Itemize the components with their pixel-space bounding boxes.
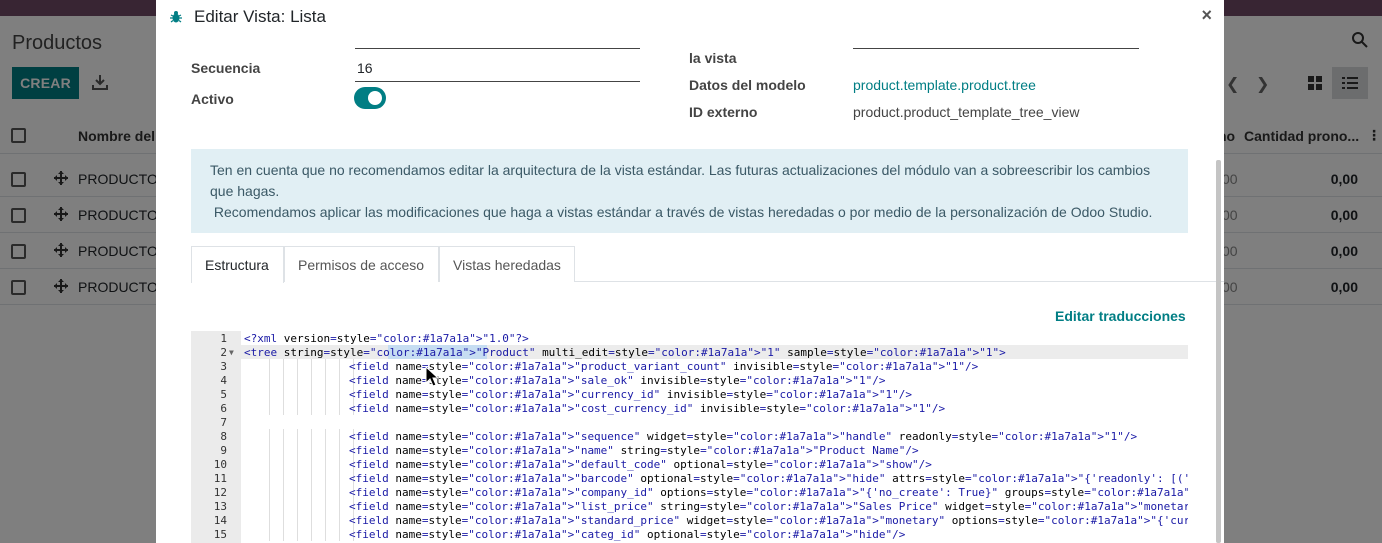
close-icon[interactable]: × xyxy=(1201,5,1212,26)
line-number: 13 xyxy=(213,500,227,513)
external-id-value: product.product_template_tree_view xyxy=(853,104,1080,120)
dialog-header: Editar Vista: Lista × xyxy=(156,0,1224,33)
line-number: 7 xyxy=(220,416,227,429)
code-line: <tree string=style="color:#1a7a1a">"Prod… xyxy=(244,346,1006,359)
active-label: Activo xyxy=(191,91,234,107)
alert-line-1: Ten en cuenta que no recomendamos editar… xyxy=(210,162,1151,199)
code-line: <field name=style="color:#1a7a1a">"barco… xyxy=(349,472,1188,485)
sequence-label: Secuencia xyxy=(191,60,261,76)
code-line: <field name=style="color:#1a7a1a">"stand… xyxy=(349,514,1188,527)
notebook-tabs: Estructura Permisos de acceso Vistas her… xyxy=(191,246,1224,283)
line-number: 12 xyxy=(213,486,227,499)
model-data-link[interactable]: product.template.product.tree xyxy=(853,77,1036,93)
line-number: 5 xyxy=(220,388,227,401)
toggle-knob xyxy=(368,91,382,105)
text-cursor-icon xyxy=(425,366,439,387)
edit-view-dialog: Editar Vista: Lista × Secuencia 16 Activ… xyxy=(156,0,1224,543)
warning-alert: Ten en cuenta que no recomendamos editar… xyxy=(191,149,1188,233)
line-number: 2 xyxy=(220,346,227,359)
tab-inherited-views[interactable]: Vistas heredadas xyxy=(439,246,575,282)
code-line: <field name=style="color:#1a7a1a">"list_… xyxy=(349,500,1188,513)
active-toggle[interactable] xyxy=(354,87,386,109)
code-line: <field name=style="color:#1a7a1a">"name"… xyxy=(349,444,919,457)
view-label-partial: la vista xyxy=(689,50,737,66)
line-number: 8 xyxy=(220,430,227,443)
code-line: <field name=style="color:#1a7a1a">"categ… xyxy=(349,528,906,541)
line-number: 14 xyxy=(213,514,227,527)
dialog-scrollbar[interactable] xyxy=(1216,160,1221,543)
code-line: <field name=style="color:#1a7a1a">"compa… xyxy=(349,486,1188,499)
bug-icon xyxy=(170,11,182,23)
line-number: 15 xyxy=(213,528,227,541)
field-underline xyxy=(853,48,1139,49)
line-number: 10 xyxy=(213,458,227,471)
sequence-input[interactable]: 16 xyxy=(357,60,373,76)
edit-translations-button[interactable]: Editar traducciones xyxy=(1055,308,1186,324)
tab-structure[interactable]: Estructura xyxy=(191,246,284,283)
line-number: 4 xyxy=(220,374,227,387)
code-line: <field name=style="color:#1a7a1a">"curre… xyxy=(349,388,912,401)
code-line: <?xml version=style="color:#1a7a1a">"1.0… xyxy=(244,332,529,345)
code-line: <field name=style="color:#1a7a1a">"produ… xyxy=(349,360,979,373)
dialog-title: Editar Vista: Lista xyxy=(194,7,326,26)
fold-toggle-icon[interactable]: ▼ xyxy=(229,346,234,360)
field-underline xyxy=(355,48,640,49)
code-line: <field name=style="color:#1a7a1a">"seque… xyxy=(349,430,1138,443)
line-number: 11 xyxy=(213,472,227,485)
code-line: <field name=style="color:#1a7a1a">"defau… xyxy=(349,458,932,471)
tab-access-rights[interactable]: Permisos de acceso xyxy=(284,246,439,282)
model-data-label: Datos del modelo xyxy=(689,77,806,93)
alert-line-2: Recomendamos aplicar las modificaciones … xyxy=(210,204,1153,220)
code-editor[interactable]: 1 2 ▼ 3 4 5 6 7 8 9 10 11 12 13 14 15 <?… xyxy=(191,331,1188,543)
sequence-underline xyxy=(355,81,640,82)
external-id-label: ID externo xyxy=(689,104,758,120)
line-number: 6 xyxy=(220,402,227,415)
code-line: <field name=style="color:#1a7a1a">"cost_… xyxy=(349,402,946,415)
line-number: 9 xyxy=(220,444,227,457)
line-number: 1 xyxy=(220,332,227,345)
line-number: 3 xyxy=(220,360,227,373)
